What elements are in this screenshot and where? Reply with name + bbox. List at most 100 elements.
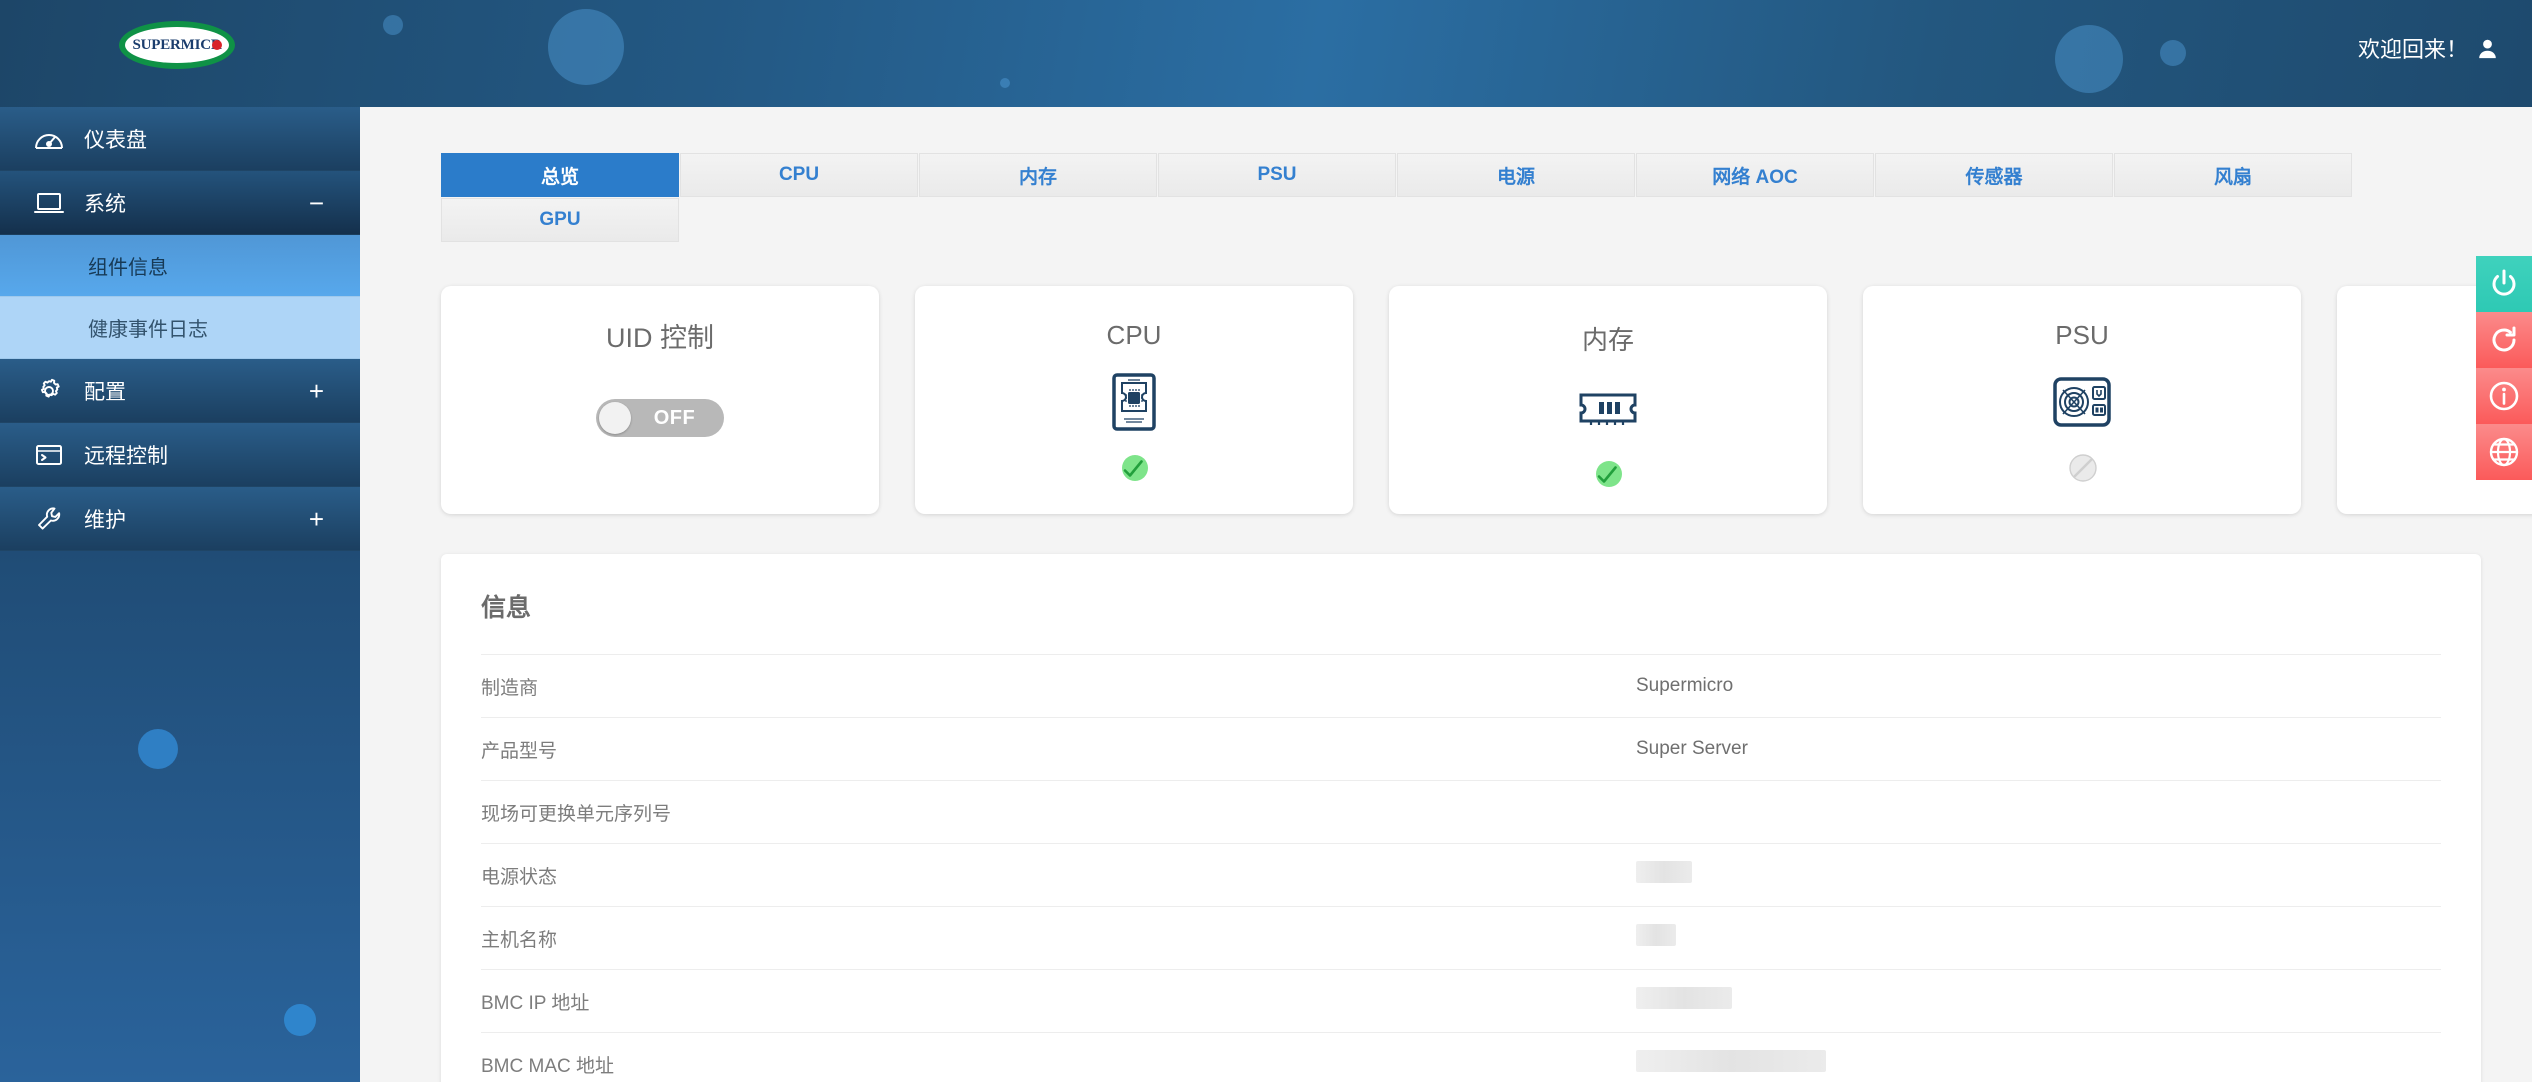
card-cpu[interactable]: CPU	[915, 286, 1353, 514]
tab-label: 网络 AOC	[1712, 166, 1798, 188]
welcome-area[interactable]: 欢迎回来！	[2358, 32, 2498, 64]
quick-action-rail	[2476, 256, 2532, 480]
info-label: 现场可更换单元序列号	[481, 803, 672, 825]
card-title: UID 控制	[606, 323, 714, 353]
redacted-value	[1636, 861, 1692, 883]
sidebar-item-dashboard[interactable]: 仪表盘	[0, 107, 360, 171]
sidebar-item-remote-control[interactable]: 远程控制	[0, 423, 360, 487]
card-memory[interactable]: 内存	[1389, 286, 1827, 514]
tab-bar-row-2: GPU	[360, 197, 2532, 242]
sidebar-subitem-label: 组件信息	[88, 257, 168, 279]
info-label: BMC IP 地址	[481, 992, 590, 1014]
info-row: 产品型号 Super Server	[481, 717, 2441, 780]
tab-psu[interactable]: PSU	[1158, 153, 1396, 197]
tab-label: 电源	[1496, 166, 1535, 188]
user-avatar-icon[interactable]	[2477, 37, 2498, 60]
tab-label: PSU	[1257, 164, 1297, 185]
info-button[interactable]	[2476, 368, 2532, 424]
monitor-icon	[32, 191, 66, 215]
card-title: CPU	[1106, 320, 1162, 350]
gear-icon	[32, 377, 66, 405]
sidebar-subitem-component-info[interactable]: 组件信息	[0, 235, 360, 297]
tab-label: 风扇	[2213, 166, 2252, 188]
uid-toggle[interactable]: OFF	[596, 399, 724, 437]
status-ok-icon	[1116, 451, 1152, 487]
decorative-bubble	[383, 15, 403, 35]
supermicro-logo[interactable]: SUPERMICR	[119, 21, 235, 69]
tab-network-aoc[interactable]: 网络 AOC	[1636, 153, 1874, 197]
sidebar-expander-minus[interactable]: −	[309, 190, 324, 216]
info-row: 电源状态	[481, 843, 2441, 906]
info-icon	[2489, 381, 2519, 411]
card-title: 内存	[1581, 325, 1634, 355]
sidebar-item-configuration[interactable]: 配置 +	[0, 359, 360, 423]
tab-label: CPU	[778, 164, 820, 185]
tab-fan[interactable]: 风扇	[2114, 153, 2352, 197]
info-value: Super Server	[1636, 738, 1748, 759]
power-supply-icon	[2052, 371, 2112, 433]
info-label: 产品型号	[481, 740, 558, 762]
info-row: 主机名称	[481, 906, 2441, 969]
status-na-icon	[2064, 451, 2100, 487]
sidebar-subitem-health-event-log[interactable]: 健康事件日志	[0, 297, 360, 359]
logo-dot-icon	[212, 40, 222, 50]
sidebar-item-system[interactable]: 系统 −	[0, 171, 360, 235]
sidebar-subitem-label: 健康事件日志	[88, 319, 208, 341]
globe-icon	[2489, 437, 2519, 467]
logo-text: SUPERMICR	[132, 36, 222, 53]
uid-toggle-knob	[599, 402, 631, 434]
tab-cpu[interactable]: CPU	[680, 153, 918, 197]
status-ok-icon	[1590, 457, 1626, 493]
info-value	[1636, 924, 1676, 952]
card-uid-control: UID 控制 OFF	[441, 286, 879, 514]
info-value	[1636, 861, 1692, 889]
tab-power[interactable]: 电源	[1397, 153, 1635, 197]
info-row: BMC MAC 地址	[481, 1032, 2441, 1082]
tab-gpu[interactable]: GPU	[441, 198, 679, 242]
decorative-bubble	[138, 729, 178, 769]
panel-title: 信息	[481, 594, 532, 622]
redacted-value	[1636, 987, 1732, 1009]
decorative-bubble	[284, 1004, 316, 1036]
info-label: 制造商	[481, 677, 539, 699]
language-button[interactable]	[2476, 424, 2532, 480]
decorative-bubble	[548, 9, 624, 85]
logo-inner: SUPERMICR	[125, 27, 229, 63]
sidebar-expander-plus[interactable]: +	[309, 506, 324, 532]
sidebar-item-label: 远程控制	[84, 444, 168, 468]
decorative-bubble	[2160, 40, 2186, 66]
card-psu[interactable]: PSU	[1863, 286, 2301, 514]
info-value: Supermicro	[1636, 675, 1734, 696]
card-title: PSU	[2055, 320, 2109, 350]
decorative-bubble	[1000, 78, 1010, 88]
tab-bar-row-1: 总览 CPU 内存 PSU 电源 网络 AOC 传感器 风扇	[360, 107, 2532, 197]
main-content: 总览 CPU 内存 PSU 电源 网络 AOC 传感器 风扇 GPU UID 控…	[360, 107, 2532, 1082]
redacted-value	[1636, 1050, 1826, 1072]
sidebar-item-maintenance[interactable]: 维护 +	[0, 487, 360, 551]
info-row: 现场可更换单元序列号	[481, 780, 2441, 843]
decorative-bubble	[2055, 25, 2123, 93]
welcome-text: 欢迎回来！	[2357, 37, 2468, 62]
sidebar-item-label: 仪表盘	[84, 128, 147, 152]
memory-dimm-icon	[1577, 377, 1639, 439]
tab-sensor[interactable]: 传感器	[1875, 153, 2113, 197]
refresh-button[interactable]	[2476, 312, 2532, 368]
power-control-button[interactable]	[2476, 256, 2532, 312]
tab-overview[interactable]: 总览	[441, 153, 679, 197]
uid-toggle-label: OFF	[653, 406, 696, 429]
cpu-chip-icon	[1110, 371, 1158, 433]
sidebar-expander-plus[interactable]: +	[309, 378, 324, 404]
tab-label: 总览	[540, 166, 579, 188]
sidebar: 仪表盘 系统 − 组件信息 健康事件日志 配置 + 远程控制 维护 +	[0, 107, 360, 1082]
tab-label: GPU	[539, 209, 581, 230]
status-card-row: UID 控制 OFF CPU 内存 PSU	[360, 242, 2532, 514]
power-icon	[2492, 269, 2516, 296]
info-value	[1636, 1050, 1826, 1078]
sidebar-item-label: 维护	[84, 508, 126, 532]
refresh-icon	[2492, 326, 2516, 352]
tab-memory[interactable]: 内存	[919, 153, 1157, 197]
redacted-value	[1636, 924, 1676, 946]
info-value	[1636, 987, 1732, 1015]
wrench-icon	[32, 505, 66, 533]
info-label: 电源状态	[481, 866, 558, 888]
